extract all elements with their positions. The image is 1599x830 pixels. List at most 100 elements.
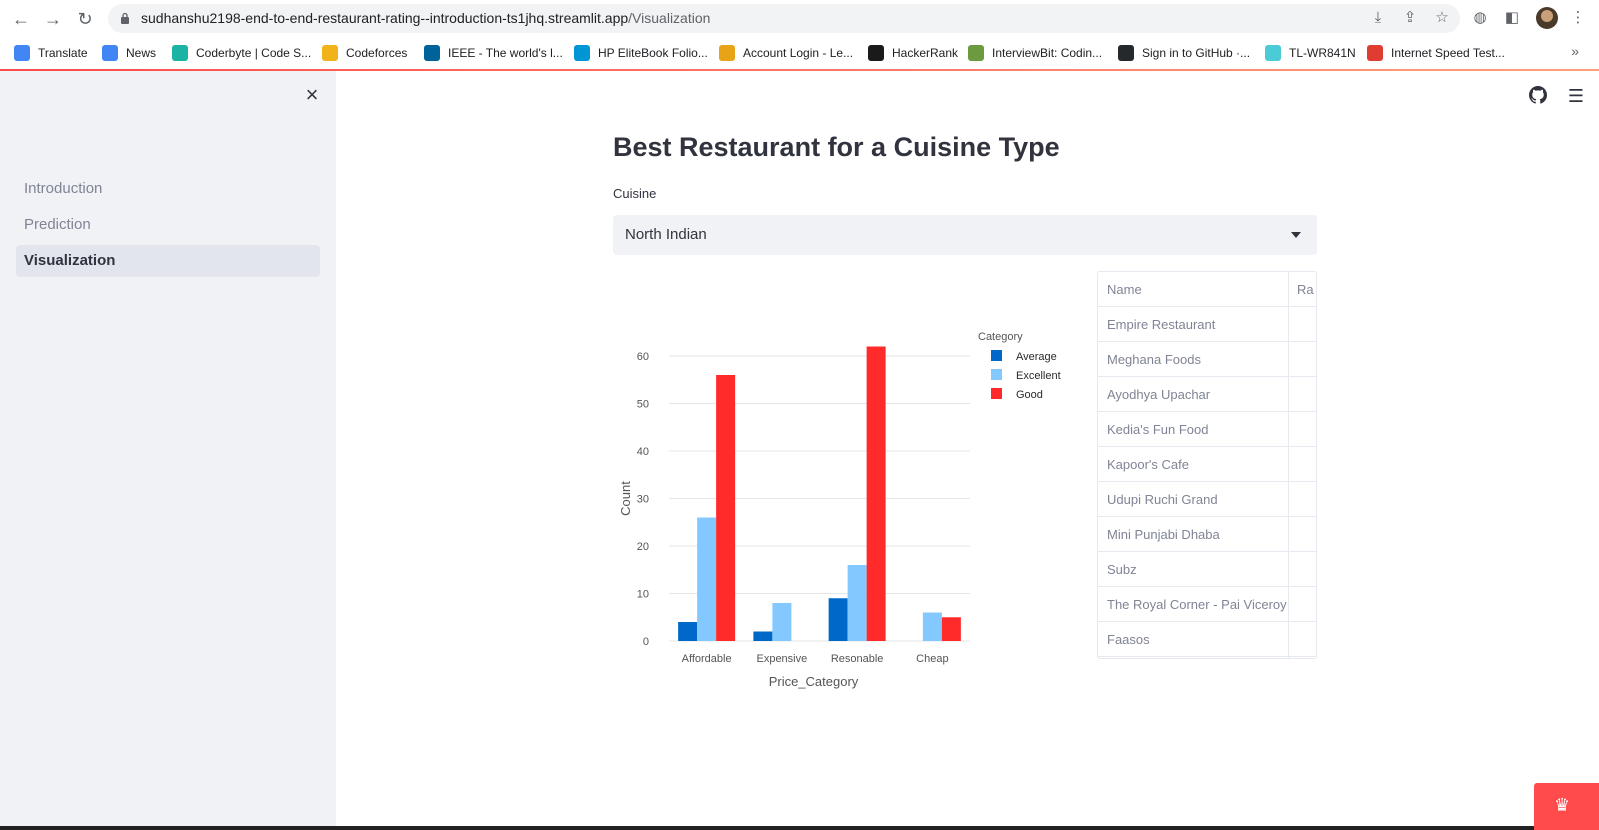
bookmark-favicon-icon — [14, 45, 30, 61]
x-tick-label: Expensive — [756, 653, 807, 665]
bookmark-label: Coderbyte | Code S... — [196, 46, 312, 60]
legend-swatch-good — [991, 388, 1002, 399]
sidebar-item-introduction[interactable]: Introduction — [16, 173, 320, 205]
cuisine-select[interactable]: North Indian — [613, 215, 1317, 255]
profile-avatar[interactable] — [1536, 7, 1558, 29]
table-row[interactable]: Kedia's Fun Food — [1098, 412, 1316, 447]
back-arrow-icon[interactable]: ← — [10, 8, 32, 30]
browser-toolbar: ← → ↻ sudhanshu2198-end-to-end-restauran… — [0, 0, 1599, 37]
bookmark-favicon-icon — [172, 45, 188, 61]
bookmark-item[interactable]: News — [102, 42, 156, 64]
table-header: Name Ra — [1098, 272, 1316, 307]
bar-excellent — [922, 612, 942, 641]
bookmark-favicon-icon — [968, 45, 984, 61]
side-panel-icon[interactable]: ◧ — [1502, 8, 1522, 28]
column-header-rating[interactable]: Ra — [1288, 272, 1316, 307]
restaurant-name-cell: Subz — [1107, 562, 1137, 577]
forward-arrow-icon[interactable]: → — [42, 8, 64, 30]
bookmark-star-icon[interactable]: ☆ — [1432, 8, 1452, 28]
y-tick-label: 10 — [637, 589, 649, 601]
bookmark-label: IEEE - The world's l... — [448, 46, 563, 60]
restaurant-name-cell: Meghana Foods — [1107, 352, 1201, 367]
bookmark-item[interactable]: HP EliteBook Folio... — [574, 42, 708, 64]
sidebar-item-prediction[interactable]: Prediction — [16, 209, 320, 241]
table-row[interactable]: Udupi Ruchi Grand — [1098, 482, 1316, 517]
bookmark-item[interactable]: Coderbyte | Code S... — [172, 42, 311, 64]
bookmark-label: Sign in to GitHub ·... — [1142, 46, 1251, 60]
bookmark-favicon-icon — [1265, 45, 1281, 61]
bookmark-favicon-icon — [424, 45, 440, 61]
table-row[interactable]: The Royal Corner - Pai Viceroy — [1098, 587, 1316, 622]
share-icon[interactable]: ⇪ — [1400, 8, 1420, 28]
column-header-name[interactable]: Name — [1098, 272, 1288, 307]
table-row[interactable]: Subz — [1098, 552, 1316, 587]
restaurant-name-cell: Ayodhya Upachar — [1107, 387, 1211, 402]
hamburger-menu-icon[interactable]: ☰ — [1566, 86, 1586, 106]
bookmark-label: HackerRank — [892, 46, 959, 60]
streamlit-manage-app-button[interactable]: ♛ — [1534, 783, 1599, 830]
bookmark-favicon-icon — [322, 45, 338, 61]
x-axis-title: Price_Category — [769, 674, 859, 689]
bar-average — [678, 622, 698, 641]
bookmark-item[interactable]: InterviewBit: Codin... — [968, 42, 1102, 64]
table-row[interactable]: Mini Punjabi Dhaba — [1098, 517, 1316, 552]
bookmark-item[interactable]: Internet Speed Test... — [1367, 42, 1505, 64]
table-row[interactable]: Meghana Foods — [1098, 342, 1316, 377]
table-row[interactable]: Kapoor's Cafe — [1098, 447, 1316, 482]
restaurant-name-cell: Faasos — [1107, 632, 1150, 647]
taskbar-edge — [0, 826, 1599, 830]
restaurant-name-cell: Kedia's Fun Food — [1107, 422, 1209, 437]
restaurant-name-cell: Kapoor's Cafe — [1107, 457, 1189, 472]
bar-average — [753, 631, 773, 641]
y-tick-label: 20 — [637, 541, 649, 553]
bookmark-item[interactable]: Codeforces — [322, 42, 407, 64]
bookmark-item[interactable]: Translate — [14, 42, 88, 64]
bookmark-label: Translate — [38, 46, 88, 60]
y-tick-label: 30 — [637, 494, 649, 506]
bookmark-item[interactable]: TL-WR841N — [1265, 42, 1356, 64]
bookmark-item[interactable]: IEEE - The world's l... — [424, 42, 563, 64]
install-app-icon[interactable]: ⤓ — [1368, 8, 1388, 28]
legend-label-excellent: Excellent — [1016, 370, 1061, 382]
chevron-down-icon — [1291, 232, 1301, 238]
y-tick-label: 40 — [637, 446, 649, 458]
bookmark-label: InterviewBit: Codin... — [992, 46, 1103, 60]
table-row[interactable]: Ayodhya Upachar — [1098, 377, 1316, 412]
sidebar-item-visualization[interactable]: Visualization — [16, 245, 320, 277]
restaurant-name-cell: The Royal Corner - Pai Viceroy — [1107, 597, 1287, 612]
address-bar[interactable]: sudhanshu2198-end-to-end-restaurant-rati… — [108, 4, 1460, 33]
y-tick-label: 60 — [637, 351, 649, 363]
x-tick-label: Affordable — [682, 653, 732, 665]
legend-swatch-average — [991, 350, 1002, 361]
bookmark-item[interactable]: Account Login - Le... — [719, 42, 853, 64]
bar-good — [866, 346, 886, 641]
chart-svg: 0 10 20 30 40 50 60 Affordable Expensive Resonabl… — [618, 331, 1061, 689]
kebab-menu-icon[interactable]: ⋮ — [1568, 8, 1588, 28]
bookmark-favicon-icon — [868, 45, 884, 61]
legend-swatch-excellent — [991, 369, 1002, 380]
bookmarks-overflow-icon[interactable]: » — [1571, 43, 1579, 59]
bookmark-item[interactable]: HackerRank — [868, 42, 958, 64]
bookmark-label: News — [126, 46, 157, 60]
y-tick-label: 50 — [637, 399, 649, 411]
bookmark-favicon-icon — [1118, 45, 1134, 61]
price-category-bar-chart: 0 10 20 30 40 50 60 Affordable Expensive Resonabl… — [600, 320, 1080, 700]
table-row[interactable]: Faasos — [1098, 622, 1316, 657]
extension-icon[interactable]: ◍ — [1470, 8, 1490, 28]
y-axis-title: Count — [618, 481, 633, 516]
bar-average — [828, 598, 848, 641]
bookmark-favicon-icon — [102, 45, 118, 61]
bookmark-item[interactable]: Sign in to GitHub ·... — [1118, 42, 1250, 64]
github-icon[interactable] — [1528, 86, 1548, 106]
bar-excellent — [697, 517, 717, 641]
bookmark-label: Codeforces — [346, 46, 408, 60]
bookmark-label: Account Login - Le... — [743, 46, 854, 60]
page-title: Best Restaurant for a Cuisine Type — [613, 132, 1060, 162]
restaurant-name-cell: Empire Restaurant — [1107, 317, 1216, 332]
restaurant-table[interactable]: Name Ra Empire Restaurant Meghana Foods Ay… — [1097, 271, 1317, 659]
legend-title: Category — [978, 331, 1023, 343]
reload-icon[interactable]: ↻ — [74, 8, 96, 30]
table-row[interactable]: Empire Restaurant — [1098, 307, 1316, 342]
bookmark-favicon-icon — [719, 45, 735, 61]
close-sidebar-icon[interactable]: × — [302, 84, 322, 106]
